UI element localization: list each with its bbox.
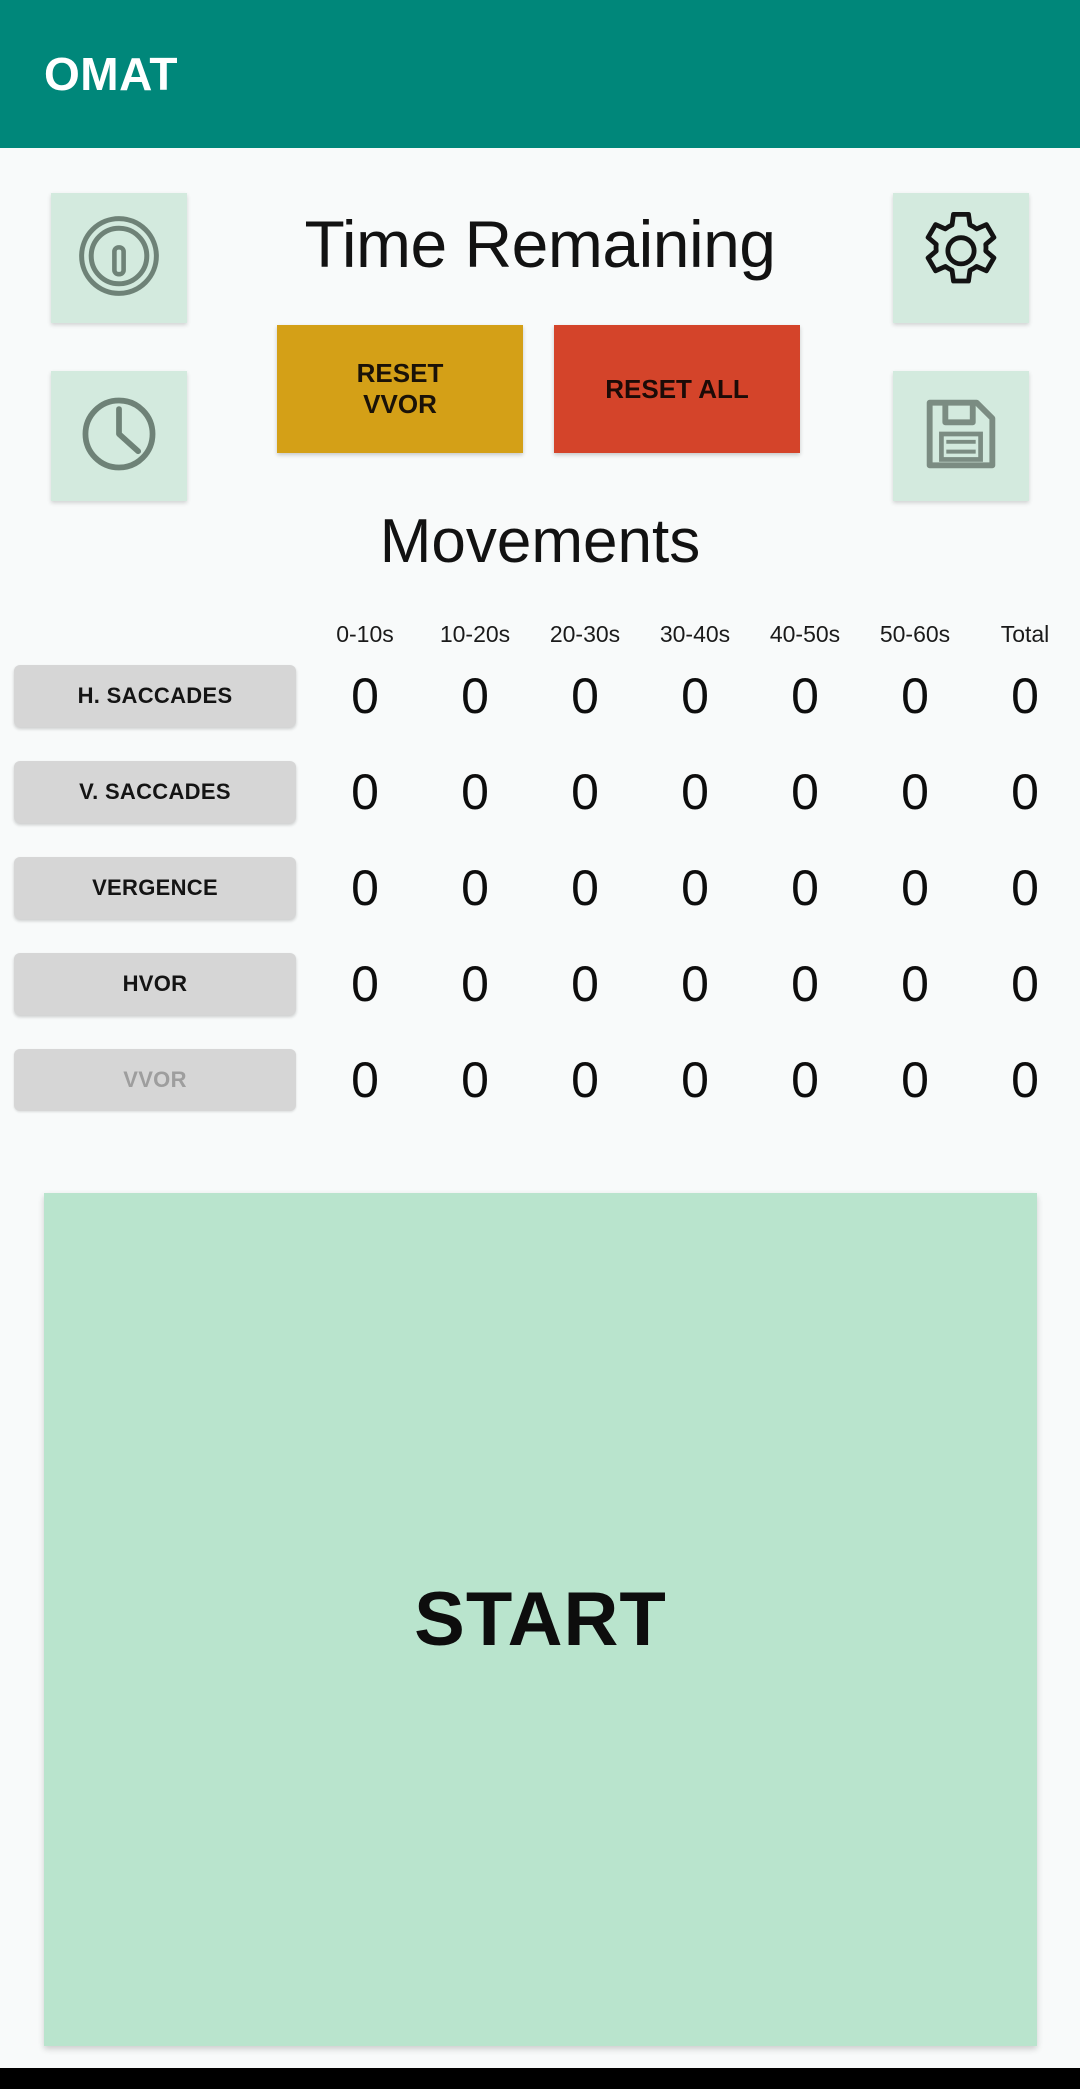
floppy-disk-save-icon	[914, 387, 1008, 486]
table-cell: 0	[681, 1052, 709, 1108]
table-cell: 0	[351, 956, 379, 1012]
table-cell: 0	[791, 956, 819, 1012]
table-cell: 0	[1011, 668, 1039, 724]
row-label-cell: HVOR	[0, 953, 310, 1015]
table-cell: 0	[901, 668, 929, 724]
table-cell: 0	[1011, 764, 1039, 820]
table-row: V. SACCADES 0 0 0 0 0 0 0	[0, 744, 1080, 840]
save-button[interactable]	[893, 371, 1029, 501]
table-header-row: 0-10s 10-20s 20-30s 30-40s 40-50s 50-60s Total	[0, 600, 1080, 648]
table-cell: 0	[351, 860, 379, 916]
table-row: HVOR 0 0 0 0 0 0 0	[0, 936, 1080, 1032]
movement-button-vvor: VVOR	[14, 1049, 296, 1111]
app-title: OMAT	[44, 48, 179, 100]
table-cell: 0	[351, 668, 379, 724]
table-cell: 0	[901, 860, 929, 916]
table-cell: 0	[1011, 860, 1039, 916]
clock-icon	[73, 388, 165, 485]
table-cell: 0	[791, 668, 819, 724]
reset-all-button[interactable]: RESET ALL	[554, 325, 800, 453]
row-values: 0 0 0 0 0 0 0	[310, 667, 1080, 725]
timer-button[interactable]	[51, 371, 187, 501]
table-cell: 0	[901, 1052, 929, 1108]
table-cell: 0	[791, 764, 819, 820]
movement-button-h-saccades[interactable]: H. SACCADES	[14, 665, 296, 727]
table-cell: 0	[461, 956, 489, 1012]
table-cell: 0	[791, 1052, 819, 1108]
movement-button-hvor[interactable]: HVOR	[14, 953, 296, 1015]
column-header: 20-30s	[549, 621, 621, 647]
column-header: 30-40s	[659, 621, 731, 647]
table-row: VVOR 0 0 0 0 0 0 0	[0, 1032, 1080, 1128]
movement-button-v-saccades[interactable]: V. SACCADES	[14, 761, 296, 823]
column-header: 50-60s	[879, 621, 951, 647]
table-cell: 0	[681, 860, 709, 916]
row-values: 0 0 0 0 0 0 0	[310, 1051, 1080, 1109]
main-content: Time Remaining Movements RESET VVOR RESE…	[0, 148, 1080, 2068]
table-cell: 0	[461, 860, 489, 916]
table-cell: 0	[791, 860, 819, 916]
table-cell: 0	[351, 764, 379, 820]
row-values: 0 0 0 0 0 0 0	[310, 859, 1080, 917]
table-cell: 0	[1011, 1052, 1039, 1108]
movements-table: 0-10s 10-20s 20-30s 30-40s 40-50s 50-60s Total…	[0, 600, 1080, 1128]
table-cell: 0	[571, 1052, 599, 1108]
reset-vvor-button[interactable]: RESET VVOR	[277, 325, 523, 453]
table-cell: 0	[571, 860, 599, 916]
table-cell: 0	[681, 956, 709, 1012]
movements-label: Movements	[379, 507, 701, 576]
row-label-cell: VVOR	[0, 1049, 310, 1111]
table-row: H. SACCADES 0 0 0 0 0 0 0	[0, 648, 1080, 744]
table-row: VERGENCE 0 0 0 0 0 0 0	[0, 840, 1080, 936]
system-navigation-bar	[0, 2068, 1080, 2089]
column-header: 40-50s	[769, 621, 841, 647]
table-body: H. SACCADES 0 0 0 0 0 0 0 V. SACCADES 0 0 0 0 0 0 0 VERG…	[0, 648, 1080, 1128]
table-cell: 0	[901, 956, 929, 1012]
table-header-corner	[0, 600, 310, 648]
movement-button-vergence[interactable]: VERGENCE	[14, 857, 296, 919]
column-header: 10-20s	[439, 621, 511, 647]
table-cell: 0	[461, 1052, 489, 1108]
table-cell: 0	[461, 668, 489, 724]
table-cell: 0	[1011, 956, 1039, 1012]
table-cell: 0	[571, 668, 599, 724]
row-label-cell: VERGENCE	[0, 857, 310, 919]
column-header: 0-10s	[336, 621, 394, 647]
row-values: 0 0 0 0 0 0 0	[310, 763, 1080, 821]
table-cell: 0	[351, 1052, 379, 1108]
table-cell: 0	[681, 764, 709, 820]
table-cell: 0	[461, 764, 489, 820]
table-cell: 0	[571, 764, 599, 820]
app-bar: OMAT	[0, 0, 1080, 148]
table-cell: 0	[571, 956, 599, 1012]
table-cell: 0	[901, 764, 929, 820]
row-label-cell: H. SACCADES	[0, 665, 310, 727]
column-header: Total	[1000, 621, 1050, 647]
row-values: 0 0 0 0 0 0 0	[310, 955, 1080, 1013]
table-cell: 0	[681, 668, 709, 724]
column-headers: 0-10s 10-20s 20-30s 30-40s 40-50s 50-60s Total	[310, 621, 1080, 648]
start-button[interactable]: START	[44, 1193, 1037, 2046]
time-remaining-label: Time Remaining	[304, 207, 776, 281]
row-label-cell: V. SACCADES	[0, 761, 310, 823]
